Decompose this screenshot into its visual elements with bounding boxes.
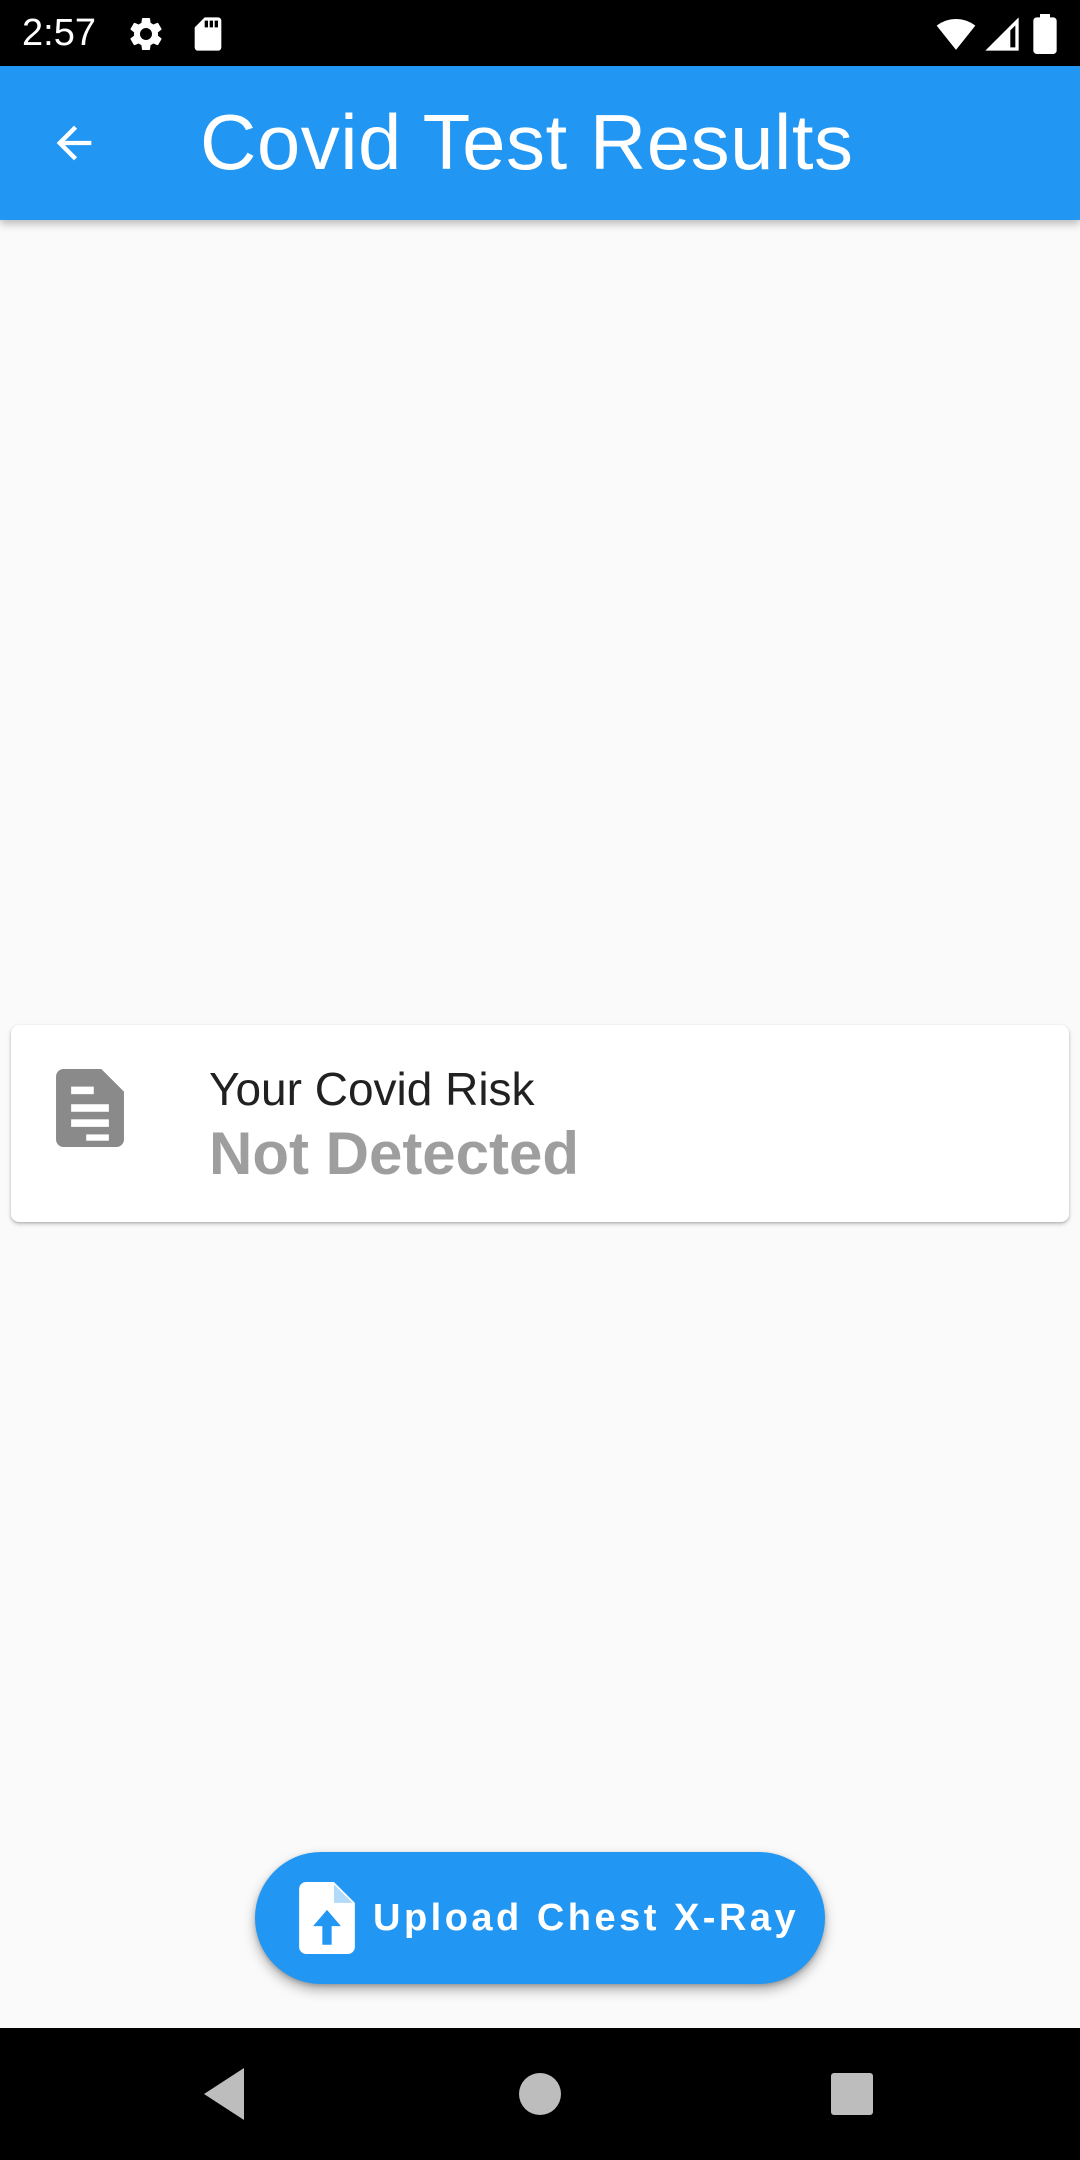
home-circle-icon[interactable] [510,2064,570,2124]
back-triangle-icon[interactable] [196,2064,256,2124]
document-icon [55,1069,125,1147]
cell-signal-icon [982,14,1022,54]
status-time: 2:57 [22,12,96,54]
upload-button-label: Upload Chest X-Ray [373,1897,800,1939]
arrow-back-icon [48,117,100,169]
app-bar: Covid Test Results [0,66,1080,220]
risk-title: Your Covid Risk [209,1063,535,1115]
app-screen: 2:57 Covid Test Results Your Covid Risk … [0,0,1080,2160]
file-upload-icon [299,1882,355,1954]
system-nav-bar [0,2028,1080,2160]
sd-card-icon [188,14,228,54]
back-button[interactable] [40,109,108,177]
page-title: Covid Test Results [200,98,854,186]
wifi-icon [934,14,978,54]
risk-value: Not Detected [209,1120,580,1187]
upload-chest-xray-button[interactable]: Upload Chest X-Ray [255,1852,825,1984]
status-bar: 2:57 [0,0,1080,66]
battery-icon [1030,14,1060,54]
recents-square-icon[interactable] [822,2064,882,2124]
settings-icon [126,14,166,54]
result-card: Your Covid Risk Not Detected [11,1025,1069,1222]
